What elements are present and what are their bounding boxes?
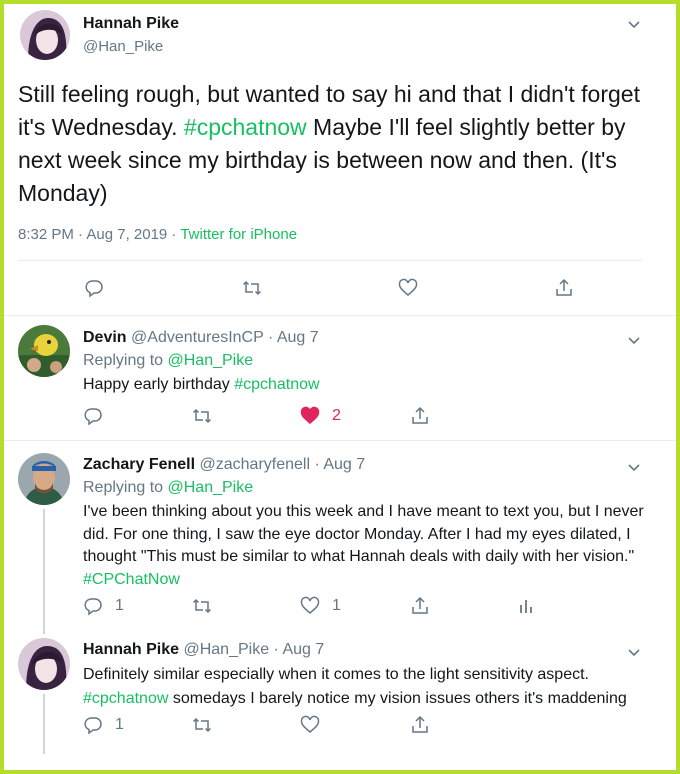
reply-icon [84, 717, 102, 735]
tweet-meta: 8:32 PM · Aug 7, 2019 · Twitter for iPho… [18, 226, 297, 243]
author-handle[interactable]: @Han_Pike [183, 641, 269, 658]
replying-to: Replying to @Han_Pike [83, 349, 253, 373]
retweet-icon [242, 280, 262, 296]
chevron-down-icon[interactable] [626, 332, 642, 348]
avatar[interactable] [18, 325, 70, 377]
thread-line [43, 694, 45, 754]
author-name[interactable]: Hannah Pike [83, 15, 179, 33]
share-icon [412, 715, 428, 733]
retweet-icon [192, 717, 212, 733]
hashtag-link[interactable]: #cpchatnow [234, 376, 319, 393]
author-name[interactable]: Zachary Fenell [83, 456, 195, 473]
author-name[interactable]: Hannah Pike [83, 641, 179, 658]
reply-header: Devin @AdventuresInCP · Aug 7 [83, 329, 319, 347]
like-button[interactable]: 1 [300, 596, 341, 616]
tweet-date[interactable]: · Aug 7 [310, 456, 365, 473]
avatar[interactable] [20, 10, 70, 60]
reply-icon [84, 598, 102, 616]
mention-link[interactable]: @Han_Pike [168, 479, 254, 496]
hashtag-link[interactable]: #cpchatnow [83, 690, 168, 707]
reply-text-part: Definitely similar especially when it co… [83, 666, 589, 683]
chevron-down-icon[interactable] [626, 16, 642, 32]
hashtag-link[interactable]: #CPChatNow [83, 571, 180, 588]
reply-text-part: Happy early birthday [83, 376, 235, 393]
source-link[interactable]: Twitter for iPhone [180, 226, 297, 243]
reply-count: 1 [115, 716, 124, 733]
like-icon [300, 596, 320, 614]
analytics-icon [520, 600, 532, 613]
tweet-date[interactable]: · Aug 7 [269, 641, 325, 658]
author-handle[interactable]: @Han_Pike [83, 38, 163, 55]
retweet-icon [192, 408, 212, 424]
reply-icon [85, 280, 103, 298]
chevron-down-icon[interactable] [626, 644, 642, 660]
reply-text-part: I've been thinking about you this week a… [83, 503, 644, 565]
like-button[interactable] [398, 278, 418, 298]
reply-header: Zachary Fenell @zacharyfenell · Aug 7 [83, 456, 365, 474]
share-icon [412, 596, 428, 614]
reply-text: I've been thinking about you this week a… [83, 501, 653, 591]
chevron-down-icon[interactable] [626, 459, 642, 475]
retweet-button[interactable] [192, 596, 212, 616]
replying-to: Replying to @Han_Pike [83, 476, 253, 500]
analytics-button[interactable] [516, 596, 536, 616]
like-button[interactable] [300, 715, 320, 735]
like-icon [398, 278, 418, 296]
timestamp[interactable]: 8:32 PM · Aug 7, 2019 · [18, 226, 180, 243]
retweet-button[interactable] [242, 278, 262, 298]
like-count: 1 [332, 597, 341, 614]
tweet-thread-frame: Hannah Pike @Han_Pike Still feeling roug… [0, 0, 680, 774]
author-handle[interactable]: @zacharyfenell [200, 456, 311, 473]
retweet-button[interactable] [192, 715, 212, 735]
reply-button[interactable] [84, 278, 104, 298]
reply-button[interactable] [83, 406, 103, 426]
like-icon [300, 406, 320, 424]
share-button[interactable] [410, 715, 430, 735]
like-icon [300, 715, 320, 733]
author-name[interactable]: Devin [83, 329, 127, 346]
retweet-button[interactable] [192, 406, 212, 426]
tweet-text: Still feeling rough, but wanted to say h… [18, 78, 648, 210]
retweet-icon [192, 598, 212, 614]
replying-label: Replying to [83, 479, 168, 496]
reply-count: 1 [115, 597, 124, 614]
avatar[interactable] [18, 453, 70, 505]
reply-button[interactable]: 1 [83, 596, 124, 616]
reply-text: Happy early birthday #cpchatnow [83, 373, 320, 397]
reply-icon [84, 408, 102, 426]
avatar[interactable] [18, 638, 70, 690]
divider [4, 315, 676, 316]
share-button[interactable] [410, 596, 430, 616]
share-icon [412, 406, 428, 424]
thread-line [43, 509, 45, 634]
reply-text: Definitely similar especially when it co… [83, 663, 658, 711]
share-icon [556, 278, 572, 296]
share-button[interactable] [410, 406, 430, 426]
hashtag-link[interactable]: #cpchatnow [184, 114, 307, 140]
replying-label: Replying to [83, 352, 168, 369]
mention-link[interactable]: @Han_Pike [168, 352, 254, 369]
like-count: 2 [332, 407, 341, 424]
share-button[interactable] [554, 278, 574, 298]
author-handle[interactable]: @AdventuresInCP [131, 329, 263, 346]
reply-header: Hannah Pike @Han_Pike · Aug 7 [83, 641, 324, 659]
like-button[interactable]: 2 [300, 406, 341, 426]
divider [18, 260, 642, 261]
tweet-date[interactable]: · Aug 7 [264, 329, 319, 346]
divider [4, 440, 676, 441]
reply-button[interactable]: 1 [83, 715, 124, 735]
reply-text-part: somedays I barely notice my vision issue… [168, 690, 627, 707]
